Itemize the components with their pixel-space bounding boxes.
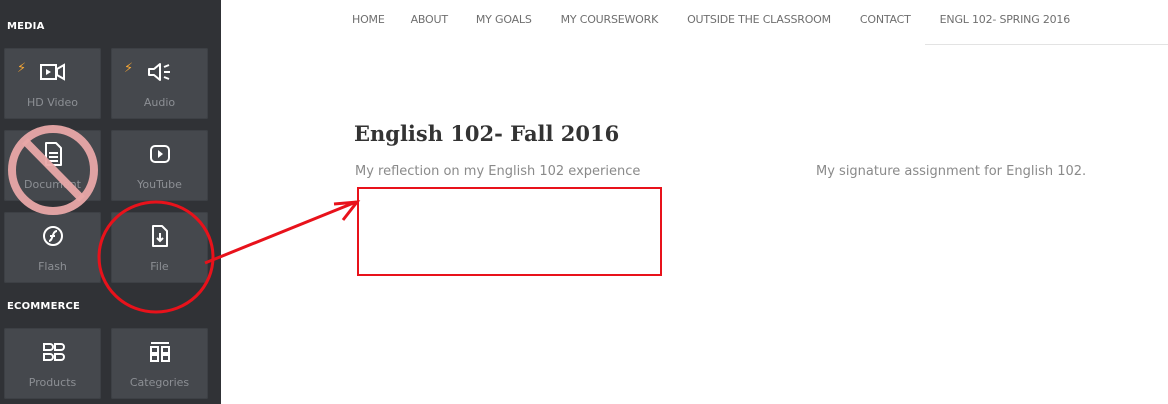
tile-label: File <box>150 260 169 273</box>
tile-label: HD Video <box>26 96 79 109</box>
nav-engl-102[interactable]: ENGL 102- SPRING 2016 <box>940 13 1071 33</box>
tile-label: YouTube <box>137 178 182 191</box>
tile-youtube[interactable]: YouTube <box>111 130 208 201</box>
section-label-ecommerce: ECOMMERCE <box>7 301 81 312</box>
tile-document[interactable]: Document <box>4 130 101 201</box>
nav-about[interactable]: ABOUT <box>411 13 449 33</box>
file-drop-target[interactable] <box>357 187 662 276</box>
widget-sidebar: MEDIA ⚡ HD Video ⚡ Audio Document YouTub… <box>0 0 221 404</box>
tile-label: Document <box>24 178 81 191</box>
nav-my-goals[interactable]: MY GOALS <box>476 13 532 33</box>
flash-icon <box>4 222 101 250</box>
tile-flash[interactable]: Flash <box>4 212 101 283</box>
page-title: English 102- Fall 2016 <box>354 121 620 146</box>
tile-categories[interactable]: Categories <box>111 328 208 399</box>
nav-home[interactable]: HOME <box>352 13 385 33</box>
nav-divider <box>925 44 1168 45</box>
products-icon <box>4 338 101 366</box>
audio-icon <box>111 58 208 86</box>
signature-assignment-text: My signature assignment for English 102. <box>816 164 1087 179</box>
youtube-icon <box>111 140 208 168</box>
tile-label: Categories <box>129 376 190 389</box>
nav-my-coursework[interactable]: MY COURSEWORK <box>561 13 659 33</box>
tile-file[interactable]: File <box>111 212 208 283</box>
tile-label: Audio <box>143 96 176 109</box>
tile-label: Flash <box>38 260 67 273</box>
document-icon <box>4 140 101 168</box>
top-nav: HOME ABOUT MY GOALS MY COURSEWORK OUTSID… <box>352 13 1158 33</box>
arrow-icon <box>204 200 361 265</box>
reflection-text: My reflection on my English 102 experien… <box>355 164 641 179</box>
nav-outside-classroom[interactable]: OUTSIDE THE CLASSROOM <box>687 13 831 33</box>
nav-contact[interactable]: CONTACT <box>860 13 911 33</box>
tile-label: Products <box>28 376 77 389</box>
categories-icon <box>111 338 208 366</box>
tile-hd-video[interactable]: ⚡ HD Video <box>4 48 101 119</box>
video-icon <box>4 58 101 86</box>
file-download-icon <box>111 222 208 250</box>
tile-products[interactable]: Products <box>4 328 101 399</box>
section-label-media: MEDIA <box>7 21 45 32</box>
tile-audio[interactable]: ⚡ Audio <box>111 48 208 119</box>
